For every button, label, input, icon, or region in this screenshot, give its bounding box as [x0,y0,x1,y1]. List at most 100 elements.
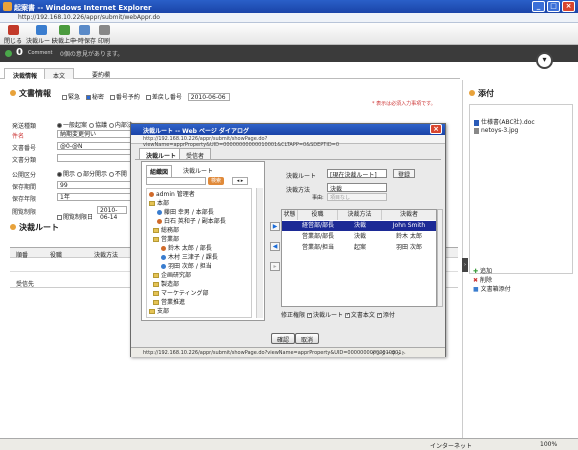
kind-consult-radio[interactable]: 協議 [88,122,107,129]
route-cell-role: 営業部/担当 [301,244,335,251]
attach-file-item[interactable]: 仕様書(ABC社).doc [474,117,535,126]
folder-icon [153,237,159,242]
route-cell-method: 決裁 [353,233,366,240]
org-folder-item[interactable]: 本部 [149,200,169,207]
attach-docbox-button[interactable]: ■ 文書箱添付 [473,285,511,294]
tab-divider [135,159,441,160]
method-label: 決裁方法 [286,187,311,194]
org-folder-item[interactable]: 支部 [149,308,169,315]
maximize-button[interactable]: □ [547,1,560,12]
public-partial-radio[interactable]: 部分開示 [76,171,107,178]
org-folder-item[interactable]: 製造部 [153,281,179,288]
org-folder-item[interactable]: 総務部 [153,227,179,234]
category-field[interactable] [57,154,132,162]
expand-comments-button[interactable]: ▾ [536,52,553,69]
docno-field[interactable]: @0-@N [57,142,132,150]
nav-arrows[interactable]: ◂ ▸ [232,177,248,185]
ie-logo-icon [3,2,12,11]
tab-body[interactable]: 本文 [44,68,75,80]
date-field[interactable]: 2010-06-06 [187,93,230,101]
route-dialog: 決裁ルート -- Web ページ ダイアログ × http://192.168.… [130,123,446,357]
org-folder-item[interactable]: マーケティング部 [153,290,209,297]
return-number-check[interactable]: 差戻し番号 [145,94,182,101]
org-person-item[interactable]: 白石 英和子 / 副本部長 [157,218,226,225]
save-icon [78,25,90,35]
folder-icon [153,282,159,287]
tab-dialog-route[interactable]: 決裁ルート [139,148,184,160]
kind-general-radio[interactable]: 一般起案 [57,122,87,129]
zoom-text[interactable]: 100% [540,441,557,448]
public-open-radio[interactable]: 開示 [57,171,75,178]
matter-select[interactable]: 項目なし [327,193,387,201]
period-select[interactable]: 1年 [57,193,132,201]
org-person-item[interactable]: 藤田 幸男 / 本部長 [157,209,214,216]
window-title-bar: 起案書 -- Windows Internet Explorer _ □ × [0,0,578,13]
print-button[interactable]: 印刷 [98,25,110,45]
org-person-item[interactable]: 羽田 次郎 / 担当 [161,263,212,270]
route-row[interactable]: 営業部/担当 起案 羽田 次郎 [282,243,436,253]
org-search-button[interactable]: 検索 [208,177,225,185]
perm-route-check[interactable]: 決裁ルート [306,312,343,319]
org-person-item[interactable]: 木村 三津子 / 課長 [161,254,218,261]
print-icon [98,25,110,35]
tab-saved-routes[interactable]: 決裁ルート [180,165,216,176]
urgent-check[interactable]: 緊急 [62,94,80,101]
move-down-button[interactable]: ▸ [270,262,280,271]
close-label: 閲覧制限 [12,209,37,216]
method-select[interactable]: 決裁 [327,183,387,193]
tab-approval-info[interactable]: 決裁情報 [4,68,47,80]
route-cell-name: 羽田 次郎 [396,244,422,251]
remove-from-route-button[interactable]: ◀ [270,242,280,251]
close-date-check[interactable]: 閲覧制限日 [57,214,93,221]
panel-toggle-button[interactable]: › [462,258,468,272]
org-search-input[interactable] [146,177,206,185]
close-date-field[interactable]: 2010-06-14 [96,206,127,221]
person-icon [149,192,154,197]
route-title: 決裁ルート [10,222,59,233]
add-to-route-button[interactable]: ▶ [270,222,280,231]
reserve-number-check[interactable]: 番号予約 [109,94,140,101]
register-button[interactable]: 登録 [393,169,416,179]
dialog-close-button[interactable]: × [430,124,442,134]
attach-title: 添付 [469,88,494,99]
route-row[interactable]: 営業部/部長 決裁 鈴木 太郎 [282,232,436,242]
tab-dialog-receivers[interactable]: 受信者 [179,148,212,160]
org-person-item[interactable]: admin 管理者 [149,191,195,198]
org-person-item[interactable]: 鈴木 太郎 / 部長 [161,245,212,252]
confirm-button[interactable]: 確認 [271,333,296,344]
public-options: 開示 部分開示 不開 [57,169,127,178]
org-folder-item[interactable]: 営業部 [153,236,179,243]
col-status: 状態 [282,210,298,220]
attach-delete-button[interactable]: ✖ 削除 [473,276,511,285]
table-scrollbar[interactable] [437,209,443,307]
secret-check[interactable]: 秘密 [85,94,104,101]
public-closed-radio[interactable]: 不開 [108,171,127,178]
minus-icon: ✖ [473,277,479,284]
route-label: 決裁ルート [286,173,317,180]
dialog-title: 決裁ルート -- Web ページ ダイアログ [143,128,249,135]
attach-file-item[interactable]: netoys-3.jpg [474,127,518,134]
org-folder-item[interactable]: 営業推進 [153,299,185,306]
retention-field[interactable]: 99 [57,181,132,189]
person-icon [157,219,162,224]
attach-add-button[interactable]: ✚ 追加 [473,267,511,276]
close-button[interactable]: 閉じる [4,25,22,45]
tree-scrollbar[interactable] [256,188,263,318]
perm-attach-check[interactable]: 添付 [376,312,395,319]
required-note: * 表示は必須入力事項です。 [372,101,436,107]
close-window-button[interactable]: × [562,1,575,12]
perm-body-check[interactable]: 文書本文 [344,312,375,319]
col-role: 役職 [298,210,338,220]
minimize-button[interactable]: _ [532,1,545,12]
matter-label: 事由: [312,195,324,201]
route-select[interactable]: [現在決裁ルート] [327,169,387,179]
cancel-button[interactable]: 取消 [295,333,320,344]
period-label: 保存年限 [12,196,37,203]
route-row[interactable]: 経営部/部長 決裁 John Smith [282,221,436,231]
kind-label: 発送種類 [12,123,37,130]
address-bar[interactable]: http://192.168.10.226/appr/submit/webApp… [0,13,578,23]
temp-save-button[interactable]: 一時保存 [72,25,96,45]
subject-field[interactable]: 納期変更伺い [57,130,132,138]
org-folder-item[interactable]: 企画研究部 [153,272,191,279]
tab-summary[interactable]: 要約欄 [84,68,118,79]
